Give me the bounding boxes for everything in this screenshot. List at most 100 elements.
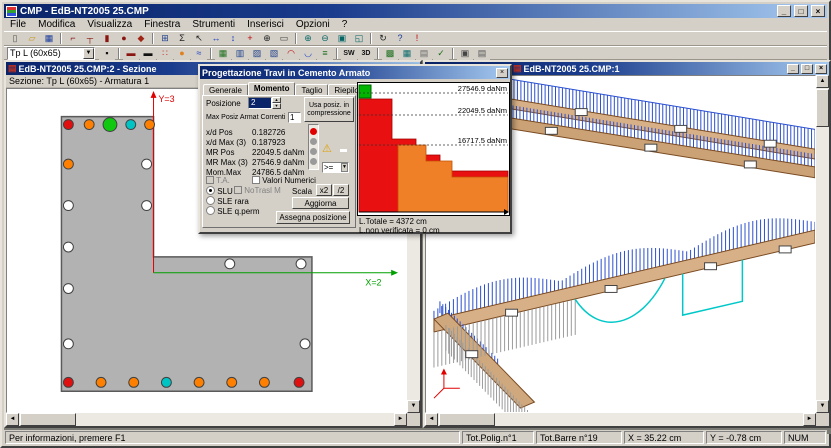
scroll-down-icon[interactable]: ▼ (407, 400, 420, 413)
print-view-icon[interactable]: ▤ (474, 47, 490, 60)
sle-qperm-radio[interactable]: SLE q.perm (206, 206, 259, 216)
model-close-button[interactable]: × (815, 64, 827, 74)
diagram-hatch-icon[interactable]: ▨ (249, 47, 265, 60)
zoom-extents-icon[interactable]: ◱ (351, 32, 367, 45)
chart-label-low: 16717.5 daNm (458, 136, 507, 145)
diagram-cross-icon[interactable]: ▧ (266, 47, 282, 60)
ta-checkbox[interactable]: T.A. (206, 176, 230, 185)
scala-label: Scala (292, 187, 312, 196)
grid-icon[interactable]: ⊞ (157, 32, 173, 45)
add-node-icon[interactable]: + (242, 32, 258, 45)
slu-radio[interactable]: SLU (206, 186, 233, 196)
model-maximize-button[interactable]: □ (801, 64, 813, 74)
posizione-spinner[interactable]: 2▲▼ (248, 97, 281, 109)
dialog-close-button[interactable]: × (496, 68, 508, 78)
stretch-v-icon[interactable]: ↕ (225, 32, 241, 45)
dialog-titlebar[interactable]: Progettazione Travi in Cemento Armato × (200, 66, 510, 79)
chevron-down-icon[interactable]: ▼ (341, 163, 348, 172)
scroll-right-icon[interactable]: ► (394, 413, 407, 426)
status-tot-polig: Tot.Polig.n°1 (462, 431, 534, 444)
info-icon[interactable]: ! (409, 32, 425, 45)
moment-icon[interactable]: ◠ (283, 47, 299, 60)
minimize-button[interactable]: _ (777, 5, 791, 17)
chevron-down-icon[interactable]: ▼ (83, 48, 94, 59)
section-type-combobox[interactable]: Tp L (60x65) ▼ (7, 47, 95, 60)
save-icon[interactable]: ▦ (41, 32, 57, 45)
section-poly-icon[interactable]: ◆ (133, 32, 149, 45)
scroll-thumb[interactable] (439, 413, 495, 426)
maximize-button[interactable]: □ (794, 5, 808, 17)
scala-div2-button[interactable]: /2 (333, 184, 349, 196)
beam-red-icon[interactable]: ▬ (123, 47, 139, 60)
hatch-gray-icon[interactable]: ▤ (416, 47, 432, 60)
new-icon[interactable]: ▯ (7, 32, 23, 45)
open-icon[interactable]: ▱ (24, 32, 40, 45)
pointer-icon[interactable]: ▪ (99, 47, 115, 60)
scroll-thumb[interactable] (816, 89, 829, 127)
beam-black-icon[interactable]: ▬ (140, 47, 156, 60)
select-rect-icon[interactable]: ▭ (276, 32, 292, 45)
model-minimize-button[interactable]: _ (787, 64, 799, 74)
menu-inserisci[interactable]: Inserisci (241, 19, 290, 30)
zoom-out-icon[interactable]: ⊖ (317, 32, 333, 45)
scroll-left-icon[interactable]: ◄ (6, 413, 19, 426)
spin-down-icon[interactable]: ▼ (272, 103, 281, 109)
zoom-in-icon[interactable]: ⊕ (300, 32, 316, 45)
menu-opzioni[interactable]: Opzioni (290, 19, 336, 30)
ge-combobox[interactable]: >= ▼ (322, 162, 349, 173)
menu-strumenti[interactable]: Strumenti (186, 19, 241, 30)
section-window-title: EdB-NT2005 25.CMP:2 - Sezione (19, 64, 157, 74)
redraw-icon[interactable]: ↻ (375, 32, 391, 45)
scroll-left-icon[interactable]: ◄ (425, 413, 438, 426)
table-icon[interactable]: ▦ (215, 47, 231, 60)
threed-icon[interactable]: 3D (358, 47, 374, 60)
model-horizontal-scrollbar[interactable]: ◄ ► (425, 413, 816, 426)
hatch-green-icon[interactable]: ▩ (382, 47, 398, 60)
scroll-down-icon[interactable]: ▼ (816, 400, 829, 413)
rebar-points-icon[interactable]: ∷ (157, 47, 173, 60)
model-vertical-scrollbar[interactable]: ▲ ▼ (816, 75, 829, 413)
close-button[interactable]: × (811, 5, 825, 17)
hatch-teal-icon[interactable]: ▦ (399, 47, 415, 60)
aggiorna-button[interactable]: Aggiorna (292, 197, 349, 209)
sw-icon[interactable]: SW (341, 47, 357, 60)
posizione-value[interactable]: 2 (248, 97, 272, 109)
section-t-icon[interactable]: ┬ (82, 32, 98, 45)
section-rect-icon[interactable]: ▮ (99, 32, 115, 45)
stretch-h-icon[interactable]: ↔ (208, 32, 224, 45)
axial-icon[interactable]: ≡ (317, 47, 333, 60)
notrasl-checkbox[interactable]: NoTrasl M (234, 186, 281, 195)
rebar-circle-icon[interactable]: ● (174, 47, 190, 60)
axes-icon[interactable]: ↖ (191, 32, 207, 45)
max-posiz-field[interactable]: 1 (288, 112, 301, 123)
titlebar[interactable]: CMP - EdB-NT2005 25.CMP _ □ × (4, 4, 827, 18)
section-circle-icon[interactable]: ● (116, 32, 132, 45)
verify-icon[interactable]: ✓ (433, 47, 449, 60)
section-l-icon[interactable]: ⌐ (65, 32, 81, 45)
assegna-posizione-button[interactable]: Assegna posizione (276, 211, 350, 224)
scroll-thumb[interactable] (20, 413, 76, 426)
rebar-dot (63, 339, 73, 349)
snap-icon[interactable]: ⊕ (259, 32, 275, 45)
scroll-up-icon[interactable]: ▲ (816, 75, 829, 88)
menu-help[interactable]: ? (336, 19, 354, 30)
help-icon[interactable]: ? (392, 32, 408, 45)
valori-numerici-checkbox[interactable]: Valori Numerici (252, 176, 316, 185)
tab-momento[interactable]: Momento (248, 82, 296, 96)
menu-modifica[interactable]: Modifica (32, 19, 81, 30)
menu-visualizza[interactable]: Visualizza (81, 19, 138, 30)
view-icon[interactable]: ▣ (457, 47, 473, 60)
usa-posiz-button[interactable]: Usa posiz. in compressione (304, 97, 354, 122)
sum-icon[interactable]: Σ (174, 32, 190, 45)
scroll-right-icon[interactable]: ► (803, 413, 816, 426)
wave-icon[interactable]: ≈ (191, 47, 207, 60)
sle-rara-radio[interactable]: SLE rara (206, 196, 249, 206)
menu-file[interactable]: File (4, 19, 32, 30)
rebar-dot (194, 377, 204, 387)
diagram-v-icon[interactable]: ▥ (232, 47, 248, 60)
zoom-window-icon[interactable]: ▣ (334, 32, 350, 45)
shear-icon[interactable]: ◡ (300, 47, 316, 60)
scala-x2-button[interactable]: x2 (316, 184, 332, 196)
menu-finestra[interactable]: Finestra (138, 19, 186, 30)
section-horizontal-scrollbar[interactable]: ◄ ► (6, 413, 407, 426)
